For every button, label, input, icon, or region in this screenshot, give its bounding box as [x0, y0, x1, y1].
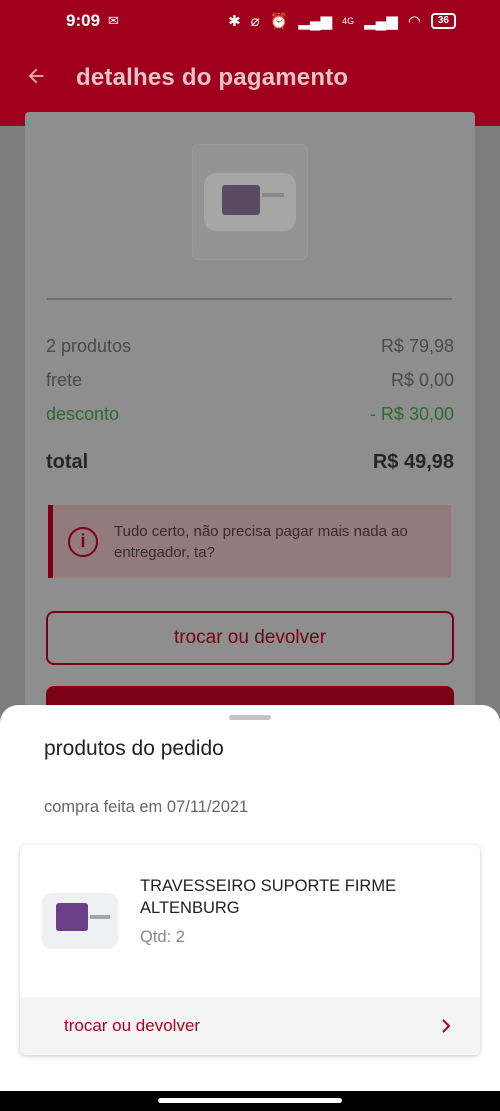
status-icons: ✱ ⌀ ⏰ ▂▄▆ 4G ▂▄▆ ◠ 36: [228, 12, 456, 30]
discount-label: desconto: [46, 404, 120, 424]
chevron-right-icon: [440, 1019, 454, 1033]
products-label: 2 produtos: [46, 336, 132, 356]
bottom-sheet: produtos do pedido compra feita em 07/11…: [0, 705, 500, 1091]
drag-handle[interactable]: [229, 715, 271, 720]
signal-icon: ▂▄▆: [298, 13, 333, 30]
alarm-icon: ⏰: [269, 13, 289, 30]
item-exchange-return-link[interactable]: trocar ou devolver: [64, 1016, 200, 1036]
order-item-card: TRAVESSEIRO SUPORTE FIRME ALTENBURG Qtd:…: [20, 845, 480, 1055]
item-exchange-return-row[interactable]: trocar ou devolver: [20, 997, 480, 1055]
product-quantity: Qtd: 2: [140, 928, 185, 946]
product-name: TRAVESSEIRO SUPORTE FIRME ALTENBURG: [140, 877, 397, 917]
status-bar: 9:09 ✉ ✱ ⌀ ⏰ ▂▄▆ 4G ▂▄▆ ◠ 36: [0, 0, 500, 42]
arrow-left-icon[interactable]: [24, 64, 48, 88]
info-alert: i Tudo certo, não precisa pagar mais nad…: [48, 505, 451, 578]
vibrate-off-icon: ⌀: [250, 13, 260, 30]
message-icon: ✉: [108, 13, 119, 28]
products-value: R$ 79,98: [380, 336, 454, 356]
divider: [47, 298, 452, 300]
status-time: 9:09: [66, 11, 101, 30]
total-row: total R$ 49,98: [46, 451, 454, 474]
network-type: 4G: [342, 16, 355, 26]
pillow-image: [204, 173, 296, 231]
purchase-date: compra feita em 07/11/2021: [44, 798, 249, 816]
battery-icon: 36: [430, 13, 456, 29]
discount-row: desconto - R$ 30,00: [46, 404, 454, 425]
system-nav-bar: [0, 1091, 500, 1111]
home-indicator[interactable]: [158, 1098, 342, 1103]
wifi-icon: ◠: [407, 13, 421, 30]
discount-value: - R$ 30,00: [369, 404, 454, 424]
exchange-return-button[interactable]: trocar ou devolver: [46, 611, 454, 665]
total-label: total: [46, 451, 89, 473]
bluetooth-icon: ✱: [228, 13, 241, 30]
product-thumbnail: [192, 144, 308, 260]
product-image: [42, 893, 118, 949]
products-row: 2 produtos R$ 79,98: [46, 336, 454, 357]
shipping-row: frete R$ 0,00: [46, 370, 454, 391]
page-title: detalhes do pagamento: [76, 64, 349, 91]
signal-icon: ▂▄▆: [364, 13, 398, 30]
alert-text: Tudo certo, não precisa pagar mais nada …: [114, 522, 408, 561]
shipping-value: R$ 0,00: [390, 370, 454, 390]
info-icon: i: [68, 526, 98, 557]
total-value: R$ 49,98: [372, 451, 454, 473]
sheet-title: produtos do pedido: [44, 737, 224, 760]
shipping-label: frete: [46, 370, 83, 390]
